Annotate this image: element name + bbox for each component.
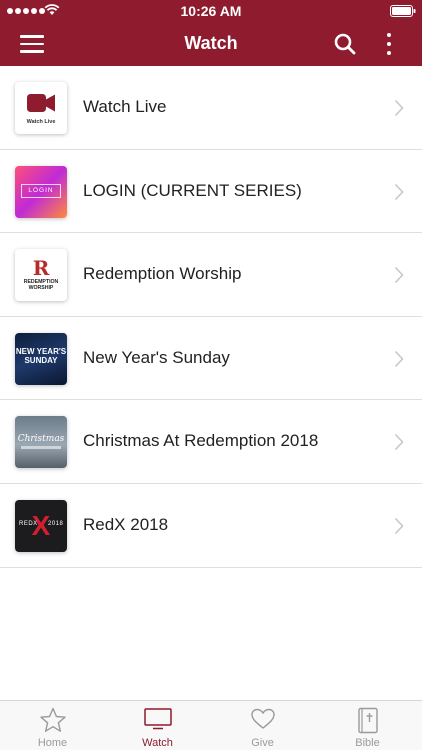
page-title: Watch bbox=[184, 33, 238, 53]
tab-label: Home bbox=[37, 737, 68, 749]
video-camera-icon bbox=[27, 94, 55, 112]
chevron-right-icon bbox=[394, 434, 404, 451]
chevron-right-icon bbox=[394, 99, 404, 117]
tab-bible[interactable]: Bible bbox=[315, 701, 420, 750]
list-item-label: Redemption Worship bbox=[83, 264, 242, 284]
chevron-right-icon bbox=[394, 517, 404, 535]
navigation-bar: Watch bbox=[0, 22, 422, 66]
watch-live-thumbnail: Watch Live bbox=[15, 82, 67, 134]
tab-label: Watch bbox=[142, 737, 173, 749]
thumbnail-caption: Christmas bbox=[17, 434, 65, 445]
tab-label: Give bbox=[251, 737, 274, 749]
status-time: 10:26 AM bbox=[180, 3, 242, 19]
list-item-redemption-worship[interactable]: R REDEMPTION WORSHIP Redemption Worship bbox=[0, 233, 422, 317]
christmas-thumbnail: Christmas bbox=[15, 416, 67, 469]
thumbnail-caption: 2018 bbox=[48, 520, 64, 527]
list-item-label: RedX 2018 bbox=[83, 514, 169, 534]
heart-icon bbox=[250, 708, 275, 729]
chevron-right-icon bbox=[394, 267, 404, 284]
battery-icon bbox=[390, 5, 416, 17]
bible-icon bbox=[357, 707, 378, 734]
list-item-christmas-2018[interactable]: Christmas Christmas At Redemption 2018 bbox=[0, 400, 422, 484]
tab-label: Bible bbox=[355, 737, 380, 749]
list-item-redx-2018[interactable]: X REDX 2018 RedX 2018 bbox=[0, 483, 422, 568]
redemption-worship-thumbnail: R REDEMPTION WORSHIP bbox=[15, 249, 67, 302]
thumbnail-caption: REDX bbox=[19, 520, 38, 527]
list-item-label: LOGIN (CURRENT SERIES) bbox=[83, 180, 302, 200]
list-item-label: New Year's Sunday bbox=[83, 347, 230, 367]
list-item-watch-live[interactable]: Watch Live Watch Live bbox=[0, 66, 422, 150]
list-item-new-years-sunday[interactable]: NEW YEAR'S SUNDAY New Year's Sunday bbox=[0, 316, 422, 401]
tab-home[interactable]: Home bbox=[0, 701, 105, 750]
new-years-sunday-thumbnail: NEW YEAR'S SUNDAY bbox=[15, 332, 67, 385]
list-item-login-series[interactable]: LOGIN LOGIN (CURRENT SERIES) bbox=[0, 149, 422, 234]
thumbnail-caption: LOGIN bbox=[21, 183, 61, 198]
tab-watch[interactable]: Watch bbox=[105, 701, 210, 750]
tv-icon bbox=[143, 708, 172, 730]
thumbnail-band bbox=[21, 446, 61, 450]
more-options-icon[interactable] bbox=[380, 30, 398, 58]
worship-logo-letter: R bbox=[32, 256, 50, 281]
status-bar: 10:26 AM bbox=[0, 0, 422, 22]
list-item-label: Christmas At Redemption 2018 bbox=[83, 431, 319, 451]
list-item-label: Watch Live bbox=[83, 97, 167, 116]
search-icon[interactable] bbox=[333, 32, 357, 56]
star-icon bbox=[39, 707, 66, 732]
thumbnail-caption: NEW YEAR'S SUNDAY bbox=[15, 346, 67, 365]
tab-give[interactable]: Give bbox=[210, 701, 315, 750]
redx-thumbnail: X REDX 2018 bbox=[15, 499, 67, 552]
watch-list: Watch Live Watch Live LOGIN LOGIN (CURRE… bbox=[0, 66, 422, 568]
chevron-right-icon bbox=[394, 350, 404, 367]
chevron-right-icon bbox=[394, 183, 404, 200]
tab-bar: Home Watch Give Bible bbox=[0, 700, 422, 750]
thumbnail-caption: REDEMPTION WORSHIP bbox=[23, 279, 59, 292]
thumbnail-caption: Watch Live bbox=[26, 119, 56, 125]
login-series-thumbnail: LOGIN bbox=[15, 165, 67, 218]
